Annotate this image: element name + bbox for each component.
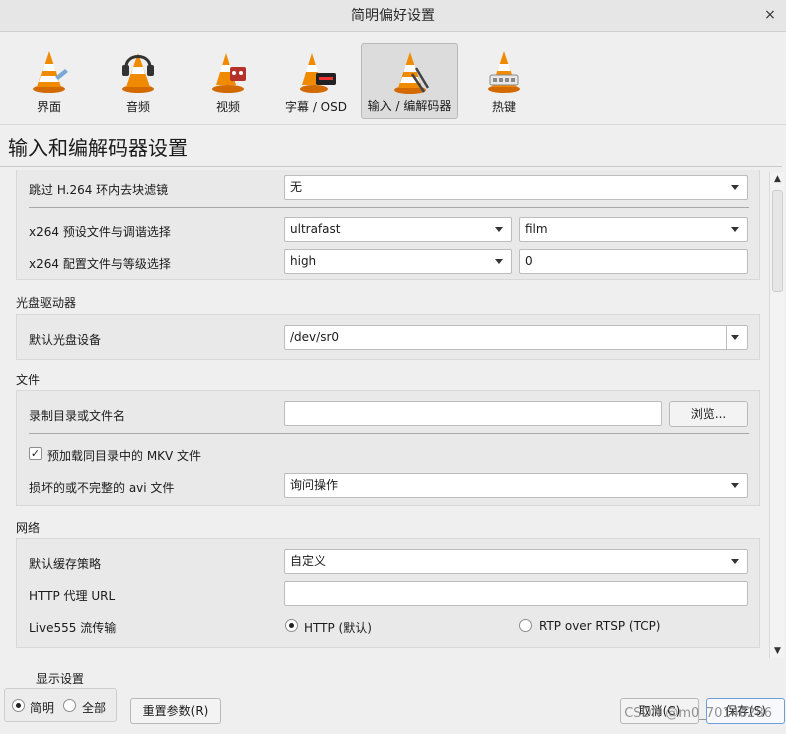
- tab-label: 界面: [36, 100, 61, 114]
- cone-video-icon: [212, 53, 246, 93]
- dialog-footer: 显示设置 简明 全部 重置参数(R) 取消(C) 保存(S): [0, 660, 786, 734]
- cone-hotkeys-icon: [488, 51, 520, 93]
- cache-policy-label: 默认缓存策略: [29, 557, 102, 571]
- tab-label: 视频: [215, 100, 240, 114]
- browse-button[interactable]: 浏览...: [669, 401, 748, 427]
- window-title: 简明偏好设置: [351, 8, 435, 24]
- page-title: 输入和编解码器设置: [8, 136, 188, 160]
- category-toolbar: 界面 音频 视频 字幕 / OSD 输入 / 编解码器 热键: [0, 33, 786, 125]
- select-value: 询问操作: [290, 478, 339, 492]
- tab-label: 热键: [491, 100, 516, 114]
- optical-group: 默认光盘设备 /dev/sr0: [16, 314, 760, 360]
- network-heading: 网络: [16, 521, 41, 535]
- tab-video[interactable]: 视频: [190, 43, 266, 119]
- rtp-over-rtsp-radio[interactable]: [519, 619, 532, 632]
- divider: [29, 433, 749, 434]
- record-dir-label: 录制目录或文件名: [29, 409, 126, 423]
- x264-level-input[interactable]: 0: [519, 249, 748, 274]
- chevron-down-icon: [731, 227, 739, 232]
- select-value: high: [290, 254, 317, 268]
- preload-mkv-label[interactable]: 预加载同目录中的 MKV 文件: [47, 447, 201, 464]
- settings-scroll-area[interactable]: 跳过 H.264 环内去块滤镜 无 x264 预设文件与调谐选择 ultrafa…: [0, 170, 770, 658]
- http-proxy-label: HTTP 代理 URL: [29, 589, 116, 603]
- all-label[interactable]: 全部: [82, 699, 106, 716]
- http-proxy-input[interactable]: [284, 581, 748, 606]
- window-titlebar: 简明偏好设置 ×: [0, 0, 786, 32]
- x264-preset-label: x264 预设文件与调谐选择: [29, 225, 171, 239]
- cone-codec-icon: [393, 52, 429, 94]
- combo-value: /dev/sr0: [290, 330, 340, 344]
- select-value: 无: [290, 180, 303, 194]
- select-value: film: [525, 222, 548, 236]
- tab-interface[interactable]: 界面: [12, 43, 86, 119]
- skip-loop-filter-select[interactable]: 无: [284, 175, 748, 200]
- tab-label: 字幕 / OSD: [285, 100, 347, 114]
- select-value: 自定义: [290, 554, 327, 568]
- chevron-down-icon: [495, 259, 503, 264]
- default-disc-device-combo[interactable]: /dev/sr0: [284, 325, 748, 350]
- cone-subtitle-icon: [300, 53, 336, 93]
- chevron-down-icon[interactable]: [731, 335, 739, 340]
- cache-policy-select[interactable]: 自定义: [284, 549, 748, 574]
- chevron-down-icon: [731, 483, 739, 488]
- optical-heading: 光盘驱动器: [16, 296, 77, 310]
- scrollbar-thumb[interactable]: [772, 190, 783, 292]
- tab-input-codecs[interactable]: 输入 / 编解码器: [361, 43, 458, 119]
- x264-profile-label: x264 配置文件与等级选择: [29, 257, 171, 271]
- cone-interface-icon: [33, 51, 68, 93]
- scroll-down-icon[interactable]: ▼: [770, 644, 785, 658]
- x264-profile-select[interactable]: high: [284, 249, 512, 274]
- reset-preferences-button[interactable]: 重置参数(R): [130, 698, 221, 724]
- chevron-down-icon: [731, 185, 739, 190]
- broken-avi-label: 损坏的或不完整的 avi 文件: [29, 481, 175, 495]
- x264-tune-select[interactable]: film: [519, 217, 748, 242]
- show-settings-label: 显示设置: [36, 672, 85, 686]
- divider: [0, 166, 782, 167]
- watermark: CSDN @m0_70146286: [624, 706, 772, 721]
- select-value: ultrafast: [290, 222, 341, 236]
- show-settings-group: 简明 全部: [4, 688, 117, 722]
- files-heading: 文件: [16, 373, 41, 387]
- preload-mkv-checkbox[interactable]: ✓: [29, 447, 42, 460]
- tab-subtitle-osd[interactable]: 字幕 / OSD: [280, 43, 352, 119]
- tab-audio[interactable]: 音频: [100, 43, 176, 119]
- x264-preset-select[interactable]: ultrafast: [284, 217, 512, 242]
- tab-hotkeys[interactable]: 热键: [468, 43, 540, 119]
- broken-avi-select[interactable]: 询问操作: [284, 473, 748, 498]
- cone-headphones-icon: [122, 53, 154, 93]
- chevron-down-icon: [495, 227, 503, 232]
- tab-label: 输入 / 编解码器: [367, 99, 452, 113]
- scroll-up-icon[interactable]: ▲: [770, 172, 785, 186]
- close-icon[interactable]: ×: [760, 0, 780, 32]
- chevron-down-icon: [731, 559, 739, 564]
- tab-label: 音频: [125, 100, 150, 114]
- files-group: 录制目录或文件名 浏览... ✓ 预加载同目录中的 MKV 文件 损坏的或不完整…: [16, 390, 760, 506]
- all-radio[interactable]: [63, 699, 76, 712]
- skip-loop-filter-label: 跳过 H.264 环内去块滤镜: [29, 183, 169, 197]
- rtp-over-rtsp-label[interactable]: RTP over RTSP (TCP): [539, 619, 661, 633]
- http-default-radio[interactable]: [285, 619, 298, 632]
- network-group: 默认缓存策略 自定义 HTTP 代理 URL Live555 流传输 HTTP …: [16, 538, 760, 648]
- record-dir-input[interactable]: [284, 401, 662, 426]
- codec-group: 跳过 H.264 环内去块滤镜 无 x264 预设文件与调谐选择 ultrafa…: [16, 170, 760, 280]
- http-default-label[interactable]: HTTP (默认): [304, 619, 372, 636]
- divider: [29, 207, 749, 208]
- simple-label[interactable]: 简明: [30, 699, 54, 716]
- divider: [726, 326, 727, 349]
- live555-label: Live555 流传输: [29, 621, 117, 635]
- simple-radio[interactable]: [12, 699, 25, 712]
- vertical-scrollbar[interactable]: ▲ ▼: [769, 172, 784, 658]
- default-disc-label: 默认光盘设备: [29, 333, 102, 347]
